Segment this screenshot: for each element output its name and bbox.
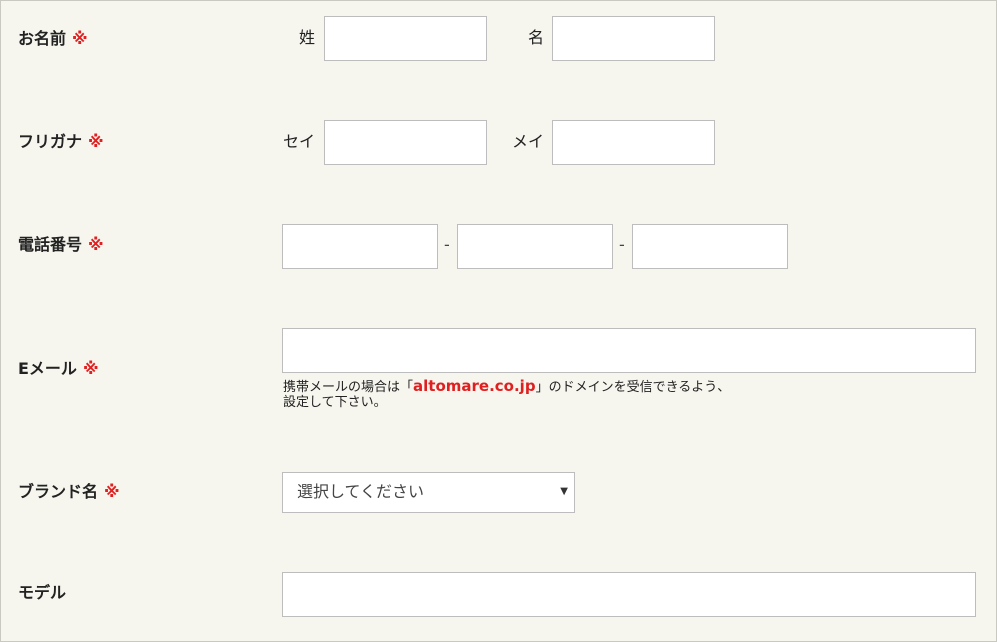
name-label: お名前 ※ — [18, 29, 88, 49]
mei-field[interactable] — [552, 120, 715, 165]
mei-input[interactable] — [553, 121, 714, 164]
furigana-label-text: フリガナ — [18, 132, 83, 151]
phone-part3-input[interactable] — [633, 225, 787, 268]
phone-part1-field[interactable] — [282, 224, 438, 269]
required-mark: ※ — [82, 359, 99, 378]
phone-separator-1: - — [444, 235, 450, 254]
last-name-input[interactable] — [325, 17, 486, 60]
required-mark: ※ — [88, 235, 104, 254]
phone-separator-2: - — [619, 235, 625, 254]
last-name-prefix: 姓 — [299, 28, 316, 47]
email-note-before: 携帯メールの場合は「 — [283, 380, 414, 395]
model-field[interactable] — [282, 572, 976, 617]
mei-prefix: メイ — [512, 132, 545, 151]
first-name-field[interactable] — [552, 16, 715, 61]
required-mark: ※ — [104, 482, 120, 501]
brand-select[interactable]: 選択してください ▼ — [282, 472, 575, 513]
phone-label: 電話番号 ※ — [18, 235, 104, 255]
email-note-line2: 設定して下さい。 — [283, 395, 387, 410]
email-note-line1: 携帯メールの場合は「altomare.co.jp」のドメインを受信できるよう、 — [283, 377, 731, 396]
sei-field[interactable] — [324, 120, 487, 165]
brand-select-value: 選択してください — [297, 482, 425, 501]
email-note-after: 」のドメインを受信できるよう、 — [535, 380, 731, 395]
required-mark: ※ — [72, 29, 88, 48]
name-label-text: お名前 — [18, 29, 67, 48]
sei-prefix: セイ — [283, 132, 316, 151]
last-name-field[interactable] — [324, 16, 487, 61]
email-note: 携帯メールの場合は「altomare.co.jp」のドメインを受信できるよう、 … — [283, 377, 731, 411]
model-input[interactable] — [283, 573, 975, 616]
form-panel: お名前 ※ 姓 名 フリガナ ※ セイ メイ 電話番号 ※ - - Eメール ※ 携帯メ… — [0, 0, 997, 642]
brand-label-text: ブランド名 — [18, 482, 99, 501]
email-label-text: Eメール — [18, 359, 77, 378]
sei-input[interactable] — [325, 121, 486, 164]
model-label-text: モデル — [18, 583, 67, 602]
phone-part3-field[interactable] — [632, 224, 788, 269]
email-field[interactable] — [282, 328, 976, 373]
caret-down-icon: ▼ — [560, 486, 568, 497]
first-name-input[interactable] — [553, 17, 714, 60]
phone-part2-field[interactable] — [457, 224, 613, 269]
phone-label-text: 電話番号 — [18, 235, 83, 254]
phone-part2-input[interactable] — [458, 225, 612, 268]
email-input[interactable] — [283, 329, 975, 372]
furigana-label: フリガナ ※ — [18, 132, 104, 152]
phone-part1-input[interactable] — [283, 225, 437, 268]
required-mark: ※ — [88, 132, 104, 151]
first-name-prefix: 名 — [528, 28, 545, 47]
email-label: Eメール ※ — [18, 359, 99, 379]
model-label: モデル — [18, 583, 66, 603]
email-note-domain: altomare.co.jp — [413, 377, 536, 395]
brand-label: ブランド名 ※ — [18, 482, 120, 502]
